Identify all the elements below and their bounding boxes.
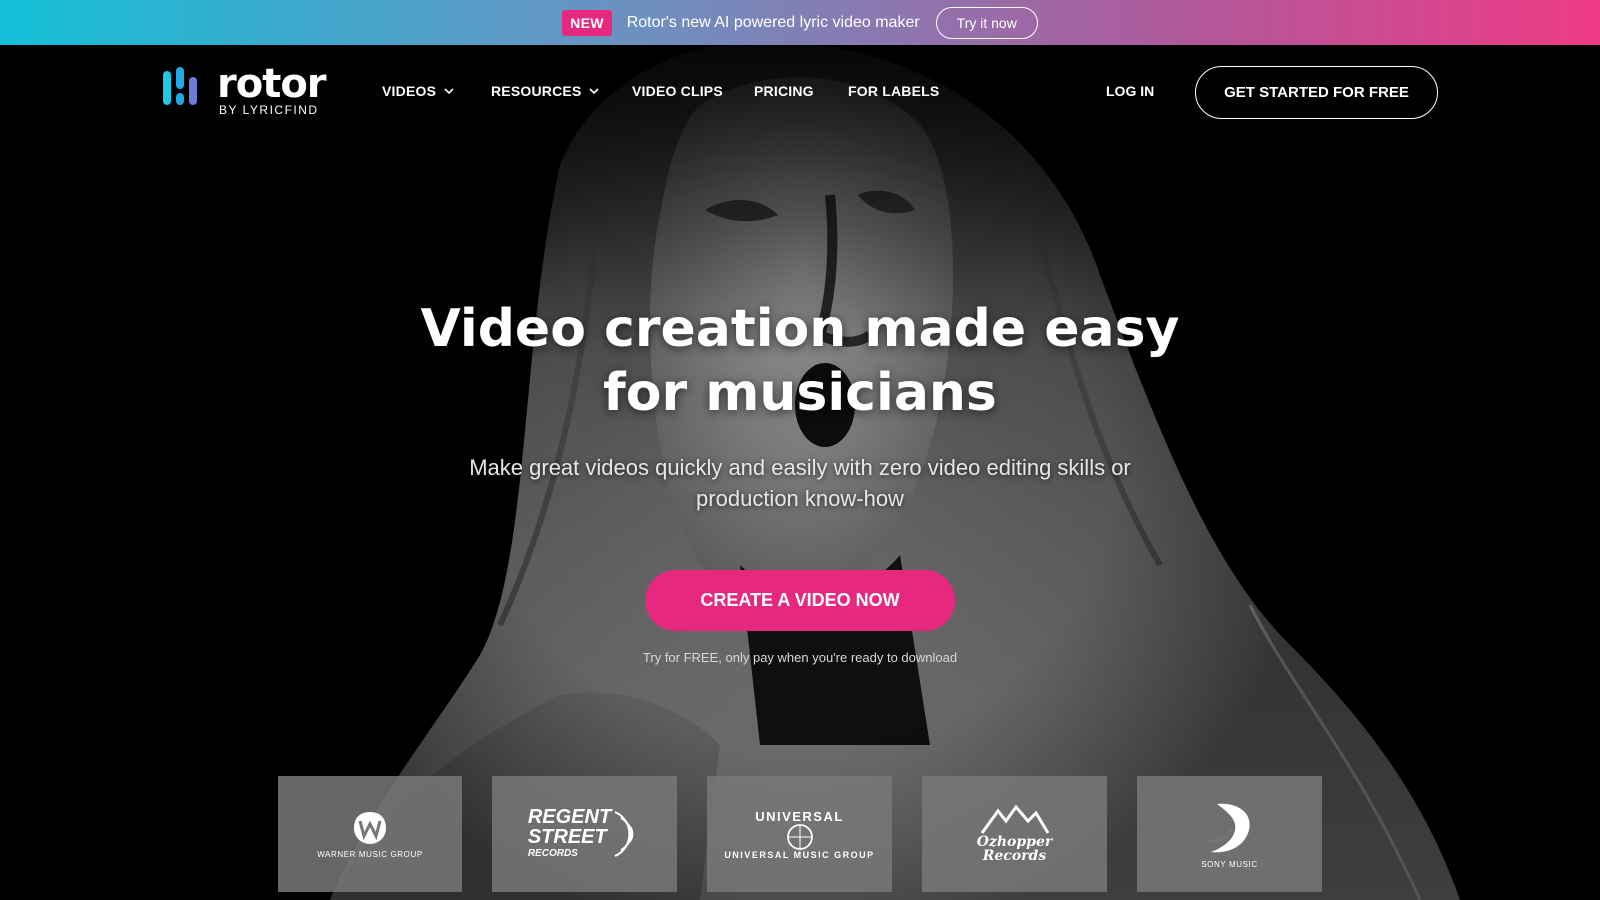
- nav-resources[interactable]: RESOURCES: [491, 83, 600, 99]
- universal-bottom: UNIVERSAL MUSIC GROUP: [724, 849, 875, 860]
- sony-swirl-icon: [1208, 803, 1250, 852]
- main-navigation: rotor BY LYRICFIND VIDEOS RESOURCES VIDE…: [0, 45, 1600, 140]
- regent-street-records-logo: REGENT STREET RECORDS: [492, 776, 677, 892]
- get-started-button[interactable]: GET STARTED FOR FREE: [1195, 66, 1438, 119]
- universal-music-group-logo: UNIVERSAL UNIVERSAL MUSIC GROUP: [707, 776, 892, 892]
- brand-name: rotor: [217, 61, 327, 107]
- rotor-logo[interactable]: rotor BY LYRICFIND: [163, 61, 327, 119]
- chevron-down-icon: [589, 88, 600, 95]
- nav-videos[interactable]: VIDEOS: [382, 83, 454, 99]
- regent-line2: STREET: [527, 826, 607, 848]
- globe-icon: [786, 823, 813, 850]
- nav-for-labels[interactable]: FOR LABELS: [848, 83, 939, 99]
- mountain-icon: [980, 805, 1049, 834]
- nav-pricing[interactable]: PRICING: [754, 83, 814, 99]
- nav-video-clips[interactable]: VIDEO CLIPS: [632, 83, 723, 99]
- warner-music-group-logo: WARNER MUSIC GROUP: [278, 776, 462, 892]
- announcement-bar: NEW Rotor's new AI powered lyric video m…: [0, 0, 1600, 45]
- sony-caption: SONY MUSIC: [1201, 859, 1258, 869]
- nav-pricing-label: PRICING: [754, 83, 814, 99]
- nav-for-labels-label: FOR LABELS: [848, 83, 940, 99]
- create-video-button[interactable]: CREATE A VIDEO NOW: [645, 570, 955, 631]
- free-trial-note: Try for FREE, only pay when you're ready…: [642, 650, 958, 665]
- try-it-now-button[interactable]: Try it now: [935, 6, 1038, 39]
- regent-line1: REGENT: [527, 806, 612, 828]
- rotor-bars-icon: [163, 67, 197, 105]
- ozhopper-line1: Ozhopper: [976, 834, 1053, 850]
- chevron-down-icon: [444, 88, 454, 95]
- hero-subheadline: Make great videos quickly and easily wit…: [469, 455, 1131, 511]
- announcement-message[interactable]: Rotor's new AI powered lyric video maker: [627, 14, 920, 32]
- label-logos-strip: WARNER MUSIC GROUP REGENT STREET RECORDS…: [0, 776, 1600, 892]
- ozhopper-records-logo: Ozhopper Records: [922, 776, 1107, 892]
- regent-line3: RECORDS: [527, 848, 578, 859]
- universal-top: UNIVERSAL: [755, 808, 844, 824]
- hero-headline: Video creation made easy for musicians: [420, 299, 1180, 423]
- nav-video-clips-label: VIDEO CLIPS: [632, 83, 723, 99]
- regent-arcs-icon: [614, 811, 634, 857]
- login-link[interactable]: LOG IN: [1106, 83, 1154, 99]
- brand-tagline: BY LYRICFIND: [219, 103, 319, 117]
- ozhopper-line2: Records: [982, 848, 1047, 864]
- warner-caption: WARNER MUSIC GROUP: [317, 849, 423, 859]
- new-badge: NEW: [562, 9, 612, 36]
- warner-w-icon: [354, 811, 386, 844]
- sony-music-logo: SONY MUSIC: [1137, 776, 1322, 892]
- nav-resources-label: RESOURCES: [491, 83, 582, 99]
- nav-videos-label: VIDEOS: [382, 83, 437, 99]
